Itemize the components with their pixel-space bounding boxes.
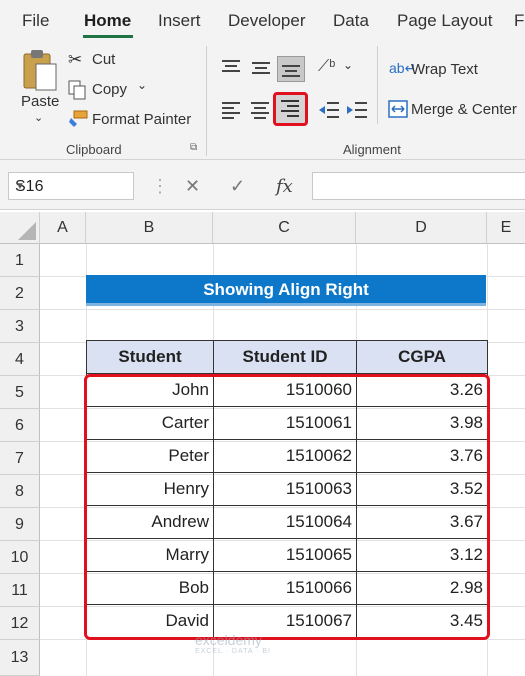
row-header[interactable]: 9 <box>0 508 40 541</box>
row-header[interactable]: 6 <box>0 409 40 442</box>
merge-center-icon[interactable] <box>388 100 408 123</box>
tab-page-layout[interactable]: Page Layout <box>397 11 492 31</box>
row-header[interactable]: 13 <box>0 640 40 676</box>
column-header-d[interactable]: D <box>356 212 487 244</box>
row-header[interactable]: 5 <box>0 376 40 409</box>
group-divider <box>206 46 207 156</box>
name-box[interactable]: S16 ▼ <box>8 172 134 200</box>
tab-developer[interactable]: Developer <box>228 11 306 31</box>
wrap-text-button[interactable]: Wrap Text <box>411 61 478 78</box>
row-header[interactable]: 2 <box>0 277 40 310</box>
increase-indent-icon[interactable] <box>346 100 368 125</box>
cut-button[interactable]: Cut <box>92 51 115 68</box>
paste-dropdown-icon[interactable]: ⌄ <box>34 111 43 124</box>
bottom-align-icon[interactable] <box>277 56 305 82</box>
orientation-dropdown-icon[interactable]: ⌄ <box>343 58 353 72</box>
tab-file[interactable]: File <box>22 11 49 31</box>
row-header[interactable]: 12 <box>0 607 40 640</box>
ribbon: Paste ⌄ ✂ Cut Copy ⌄ Format Painter Clip… <box>0 38 525 160</box>
header-student-id[interactable]: Student ID <box>213 340 357 374</box>
column-header-a[interactable]: A <box>40 212 86 244</box>
clipboard-group-label: Clipboard <box>66 142 122 157</box>
sheet-title[interactable]: Showing Align Right <box>86 275 486 306</box>
group-divider <box>377 46 378 124</box>
format-painter-button[interactable]: Format Painter <box>92 111 191 128</box>
row-header[interactable]: 8 <box>0 475 40 508</box>
header-student[interactable]: Student <box>86 340 214 374</box>
paste-icon[interactable] <box>22 48 58 99</box>
tab-insert[interactable]: Insert <box>158 11 201 31</box>
paste-button[interactable]: Paste <box>21 93 59 110</box>
align-right-icon <box>281 100 299 117</box>
tab-home[interactable]: Home <box>84 11 131 31</box>
copy-icon[interactable] <box>68 80 86 105</box>
tab-next[interactable]: F <box>514 11 524 31</box>
row-header[interactable]: 4 <box>0 343 40 376</box>
table-header-row: Student Student ID CGPA <box>86 340 488 374</box>
copy-dropdown-icon[interactable]: ⌄ <box>137 78 147 92</box>
decrease-indent-icon[interactable] <box>318 100 340 125</box>
enter-icon[interactable]: ✓ <box>230 176 245 197</box>
format-painter-icon[interactable] <box>68 110 88 135</box>
ribbon-tabs: File Home Insert Developer Data Page Lay… <box>0 0 525 38</box>
column-header-b[interactable]: B <box>86 212 213 244</box>
row-header[interactable]: 10 <box>0 541 40 574</box>
row-header[interactable]: 1 <box>0 244 40 277</box>
name-box-dropdown-icon[interactable]: ▼ <box>15 181 127 192</box>
formula-bar: S16 ▼ ⋮ ✕ ✓ fx <box>0 160 525 210</box>
grip-icon: ⋮ <box>151 176 169 196</box>
insert-function-icon[interactable]: fx <box>276 176 293 197</box>
copy-button[interactable]: Copy <box>92 81 127 98</box>
align-right-button[interactable] <box>273 92 308 126</box>
column-header-e[interactable]: E <box>487 212 525 244</box>
formula-input[interactable] <box>312 172 525 200</box>
column-header-c[interactable]: C <box>213 212 356 244</box>
align-left-icon[interactable] <box>221 100 241 125</box>
tab-data[interactable]: Data <box>333 11 369 31</box>
orientation-icon[interactable]: ⟋ᵇ <box>318 58 335 76</box>
select-all-corner[interactable] <box>0 212 40 244</box>
header-cgpa[interactable]: CGPA <box>356 340 488 374</box>
row-header[interactable]: 3 <box>0 310 40 343</box>
alignment-group-label: Alignment <box>343 142 401 157</box>
merge-center-button[interactable]: Merge & Center <box>411 101 517 118</box>
row-header[interactable]: 7 <box>0 442 40 475</box>
watermark-tagline: EXCEL · DATA · BI <box>195 648 271 655</box>
top-align-icon[interactable] <box>221 58 241 79</box>
align-center-icon[interactable] <box>250 100 270 125</box>
highlight-box <box>84 374 490 640</box>
clipboard-launcher-icon[interactable]: ⧉ <box>190 142 197 153</box>
watermark-logo: exceldemy EXCEL · DATA · BI <box>195 632 271 655</box>
row-header[interactable]: 11 <box>0 574 40 607</box>
scissors-icon[interactable]: ✂ <box>68 50 82 70</box>
middle-align-icon[interactable] <box>251 60 271 81</box>
watermark-name: exceldemy <box>195 632 262 648</box>
cancel-icon[interactable]: ✕ <box>185 176 200 197</box>
